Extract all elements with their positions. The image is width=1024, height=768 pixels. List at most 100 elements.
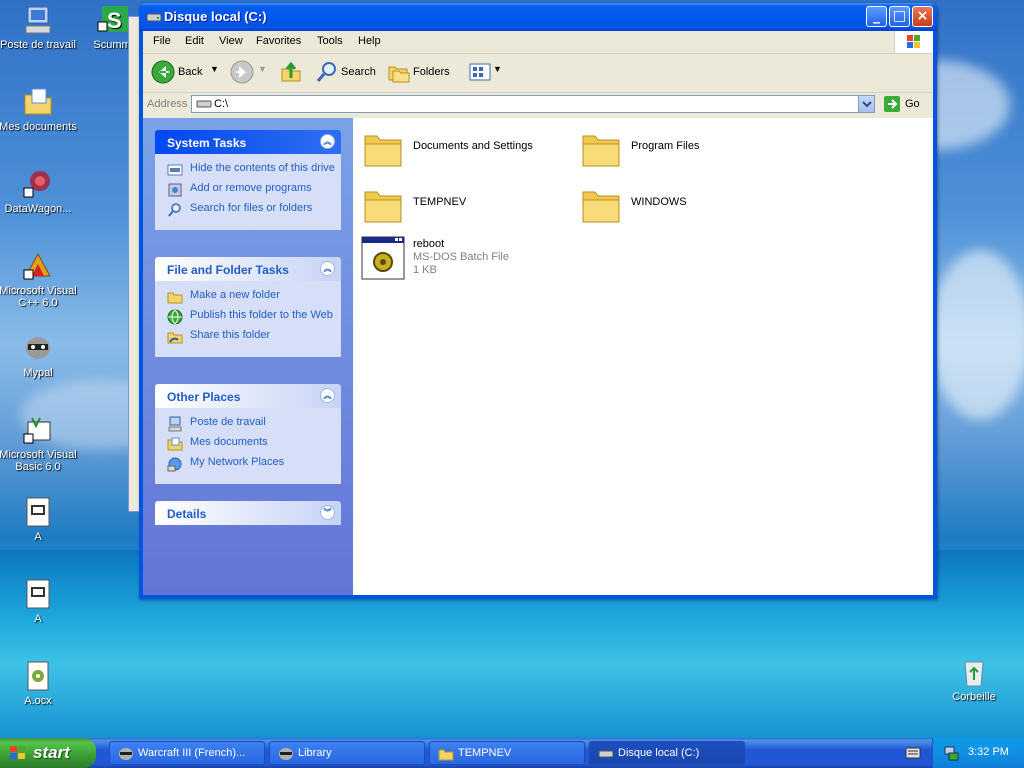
folders-button[interactable]: Folders [413, 66, 450, 78]
clock[interactable]: 3:32 PM [968, 746, 1009, 758]
batch-file-icon [22, 578, 54, 610]
toolbar: Back ▼ ▼ Search Folders ▼ [143, 54, 933, 93]
desktop-icon-a-2[interactable]: A [0, 578, 78, 625]
taskbar-button-disque-local[interactable]: Disque local (C:) [589, 741, 745, 765]
go-arrow-icon [883, 95, 901, 116]
taskbar-button-library[interactable]: Library [269, 741, 425, 765]
address-input[interactable]: C:\ [191, 95, 875, 113]
drive-icon [598, 746, 614, 762]
back-button[interactable]: Back [178, 66, 202, 78]
place-my-network[interactable]: My Network Places [155, 456, 341, 472]
keyboard-icon[interactable] [905, 746, 921, 763]
computer-icon [22, 4, 54, 36]
file-item-documents-and-settings[interactable]: Documents and Settings [361, 126, 561, 174]
add-remove-programs-icon [167, 182, 183, 198]
menu-tools[interactable]: Tools [317, 35, 343, 47]
computer-icon [167, 416, 183, 432]
network-tray-icon[interactable] [943, 745, 959, 764]
menu-help[interactable]: Help [358, 35, 381, 47]
task-search-files[interactable]: Search for files or folders [155, 202, 341, 218]
menu-bar: File Edit View Favorites Tools Help [143, 31, 933, 54]
folder-icon [361, 182, 405, 226]
desktop-icon-mypal[interactable]: Mypal [0, 332, 78, 379]
up-folder-icon[interactable] [279, 60, 303, 84]
desktop-icon-mes-documents[interactable]: Mes documents [0, 86, 78, 133]
batch-file-icon [22, 496, 54, 528]
start-button[interactable]: start [0, 738, 96, 768]
task-share-folder[interactable]: Share this folder [155, 329, 341, 345]
file-item-reboot[interactable]: reboot MS-DOS Batch File 1 KB [361, 236, 561, 284]
menu-edit[interactable]: Edit [185, 35, 204, 47]
desktop-icon-poste-de-travail[interactable]: Poste de travail [0, 4, 78, 51]
back-dropdown-icon[interactable]: ▼ [210, 64, 219, 74]
menu-view[interactable]: View [219, 35, 243, 47]
system-tasks-header[interactable]: System Tasks ︽ [155, 130, 341, 154]
file-size: 1 KB [413, 264, 437, 276]
taskbar-button-warcraft[interactable]: Warcraft III (French)... [109, 741, 265, 765]
task-add-remove-programs[interactable]: Add or remove programs [155, 182, 341, 198]
share-folder-icon [167, 329, 183, 345]
taskbar-button-tempnev[interactable]: TEMPNEV [429, 741, 585, 765]
drive-hide-icon [167, 162, 183, 178]
search-icon[interactable] [315, 60, 339, 84]
folder-icon [361, 126, 405, 170]
back-arrow-icon[interactable] [151, 60, 175, 84]
menu-file[interactable]: File [153, 35, 171, 47]
folders-icon[interactable] [387, 60, 411, 84]
taskbar: start Warcraft III (French)... Library T… [0, 738, 1024, 768]
address-dropdown-button[interactable] [858, 96, 874, 112]
collapse-icon[interactable]: ︽ [320, 261, 335, 276]
details-header[interactable]: Details ︾ [155, 501, 341, 525]
visual-basic-icon [22, 414, 54, 446]
windows-logo-icon [894, 31, 933, 53]
collapse-icon[interactable]: ︽ [320, 134, 335, 149]
new-folder-icon [167, 289, 183, 305]
other-places-header[interactable]: Other Places ︽ [155, 384, 341, 408]
file-folder-tasks-body: Make a new folder Publish this folder to… [155, 281, 341, 357]
desktop-icon-a-ocx[interactable]: A.ocx [0, 660, 78, 707]
minimize-button[interactable]: _ [866, 6, 887, 27]
task-hide-contents[interactable]: Hide the contents of this drive [155, 162, 341, 178]
address-value: C:\ [214, 98, 229, 110]
views-dropdown-icon[interactable]: ▼ [493, 64, 502, 74]
documents-folder-icon [22, 86, 54, 118]
file-item-windows[interactable]: WINDOWS [579, 182, 779, 230]
desktop-icon-visual-cpp[interactable]: Microsoft Visual C++ 6.0 [0, 250, 78, 309]
search-icon [167, 202, 183, 218]
windows-flag-icon [8, 744, 28, 765]
file-list: Documents and Settings Program Files TEM… [359, 118, 933, 595]
address-bar: Address C:\ Go [143, 93, 933, 117]
desktop-icon-visual-basic[interactable]: Microsoft Visual Basic 6.0 [0, 414, 78, 473]
place-mes-documents[interactable]: Mes documents [155, 436, 341, 452]
views-icon[interactable] [469, 63, 493, 81]
expand-icon[interactable]: ︾ [320, 505, 335, 520]
desktop-icon-corbeille[interactable]: Corbeille [934, 656, 1014, 703]
system-tray: 3:32 PM [932, 738, 1024, 768]
documents-folder-icon [167, 436, 183, 452]
visual-cpp-icon [22, 250, 54, 282]
search-button[interactable]: Search [341, 66, 376, 78]
place-poste-de-travail[interactable]: Poste de travail [155, 416, 341, 432]
file-item-tempnev[interactable]: TEMPNEV [361, 182, 561, 230]
file-item-program-files[interactable]: Program Files [579, 126, 779, 174]
window-title: Disque local (C:) [164, 9, 267, 24]
maximize-button[interactable]: □ [889, 6, 910, 27]
desktop-icon-datawagon[interactable]: DataWagon... [0, 168, 78, 215]
drive-icon [146, 11, 162, 26]
menu-favorites[interactable]: Favorites [256, 35, 301, 47]
close-button[interactable]: × [912, 6, 933, 27]
window-client: File Edit View Favorites Tools Help Back… [143, 31, 933, 595]
task-publish-folder[interactable]: Publish this folder to the Web [155, 309, 341, 325]
file-folder-tasks-header[interactable]: File and Folder Tasks ︽ [155, 257, 341, 281]
collapse-icon[interactable]: ︽ [320, 388, 335, 403]
datawagon-icon [22, 168, 54, 200]
task-make-new-folder[interactable]: Make a new folder [155, 289, 341, 305]
raccoon-icon [22, 332, 54, 364]
folder-icon [579, 182, 623, 226]
recycle-bin-icon [958, 656, 990, 688]
task-pane: System Tasks ︽ Hide the contents of this… [143, 118, 353, 595]
forward-arrow-icon[interactable] [230, 60, 254, 84]
forward-dropdown-icon[interactable]: ▼ [258, 64, 267, 74]
title-bar[interactable]: Disque local (C:) _ □ × [139, 3, 937, 31]
desktop-icon-a-1[interactable]: A [0, 496, 78, 543]
